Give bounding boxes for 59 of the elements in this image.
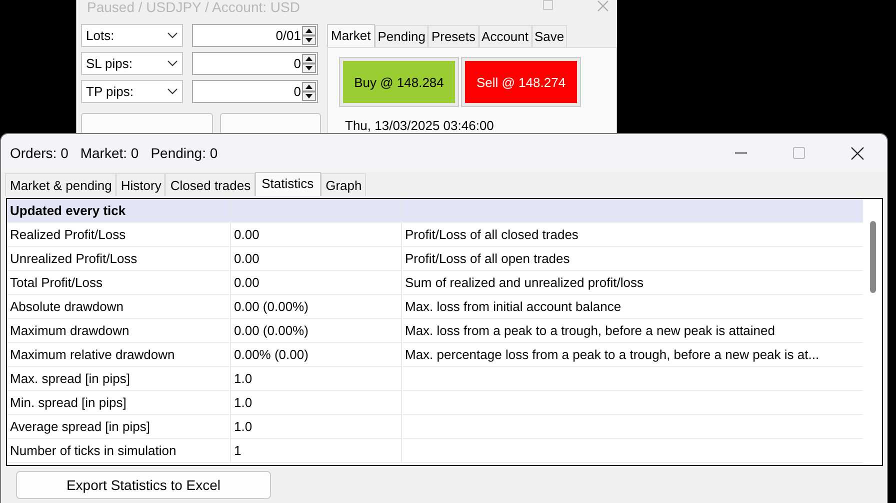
spin-field[interactable]: 0: [192, 80, 318, 103]
table-cell: Max. spread [in pips]: [7, 367, 231, 390]
tab[interactable]: Statistics: [254, 172, 321, 196]
dropdown[interactable]: TP pips:: [81, 80, 183, 103]
tab[interactable]: History: [116, 173, 166, 196]
table-cell: 0.00% (0.00): [231, 343, 402, 366]
table-cell-text: Max. percentage loss from a peak to a trough, before a new peak is at...: [404, 346, 820, 364]
status-count: Orders: 0: [10, 145, 68, 161]
chevron-icon: [167, 60, 178, 67]
dropdown[interactable]: SL pips:: [81, 52, 183, 75]
spinner-arrows-icon[interactable]: [302, 54, 316, 73]
tab[interactable]: Graph: [320, 173, 366, 196]
spinner-arrows-icon[interactable]: [302, 82, 316, 101]
window-title: Paused / USDJPY / Account: USD: [87, 0, 300, 14]
section-header: Updated every tick: [7, 199, 231, 222]
tab[interactable]: Save: [532, 25, 568, 47]
tab[interactable]: Account: [478, 25, 532, 47]
table-cell: 0.00 (0.00%): [231, 319, 402, 342]
status-count: Pending: 0: [150, 145, 218, 161]
table-cell: 0.00: [231, 271, 402, 294]
tab[interactable]: Presets: [428, 25, 479, 47]
table-cell: 1.0: [231, 391, 402, 414]
table-cell: Maximum drawdown: [7, 319, 231, 342]
table-cell-text: Max. loss from a peak to a trough, before a new peak is attained: [404, 322, 776, 340]
table-cell: Maximum relative drawdown: [7, 343, 231, 366]
table-cell: 0.00: [231, 247, 402, 270]
table-cell: 1.0: [231, 415, 402, 438]
table-cell: 1.0: [231, 367, 402, 390]
date-time: Thu, 13/03/2025 03:46:00: [345, 118, 495, 133]
spin-field[interactable]: 0/01: [192, 24, 318, 47]
tab[interactable]: Market & pending: [5, 173, 116, 196]
tab[interactable]: Market: [327, 24, 375, 47]
tab[interactable]: Pending: [374, 25, 428, 47]
sell-button[interactable]: Sell @ 148.274: [462, 58, 580, 106]
table-cell-text: Sum of realized and unrealized profit/loss: [404, 274, 644, 292]
table-cell: Unrealized Profit/Loss: [7, 247, 231, 270]
status-count: Market: 0: [80, 145, 139, 161]
buy-button[interactable]: Buy @ 148.284: [340, 58, 458, 106]
spin-field[interactable]: 0: [192, 52, 318, 75]
table-cell: Min. spread [in pips]: [7, 391, 231, 414]
scroll-thumb[interactable]: [870, 221, 876, 293]
table-cell: Total Profit/Loss: [7, 271, 231, 294]
table-cell: 1: [231, 439, 402, 462]
table-cell: 0.00 (0.00%): [231, 295, 402, 318]
chevron-icon: [167, 32, 178, 39]
table-cell: Absolute drawdown: [7, 295, 231, 318]
export-button[interactable]: Export Statistics to Excel: [16, 471, 271, 499]
chevron-icon: [167, 88, 178, 95]
table-cell: Average spread [in pips]: [7, 415, 231, 438]
table-cell: Number of ticks in simulation: [7, 439, 231, 462]
table-cell-text: Profit/Loss of all open trades: [404, 250, 571, 268]
table-cell-text: Profit/Loss of all closed trades: [404, 226, 580, 244]
table-cell-text: Max. loss from initial account balance: [404, 298, 622, 316]
table-cell: Realized Profit/Loss: [7, 223, 231, 246]
close-icon[interactable]: [851, 146, 864, 160]
tab[interactable]: Closed trades: [165, 173, 255, 196]
spinner-arrows-icon[interactable]: [302, 26, 316, 45]
table-cell: 0.00: [231, 223, 402, 246]
dropdown[interactable]: Lots:: [81, 24, 183, 47]
